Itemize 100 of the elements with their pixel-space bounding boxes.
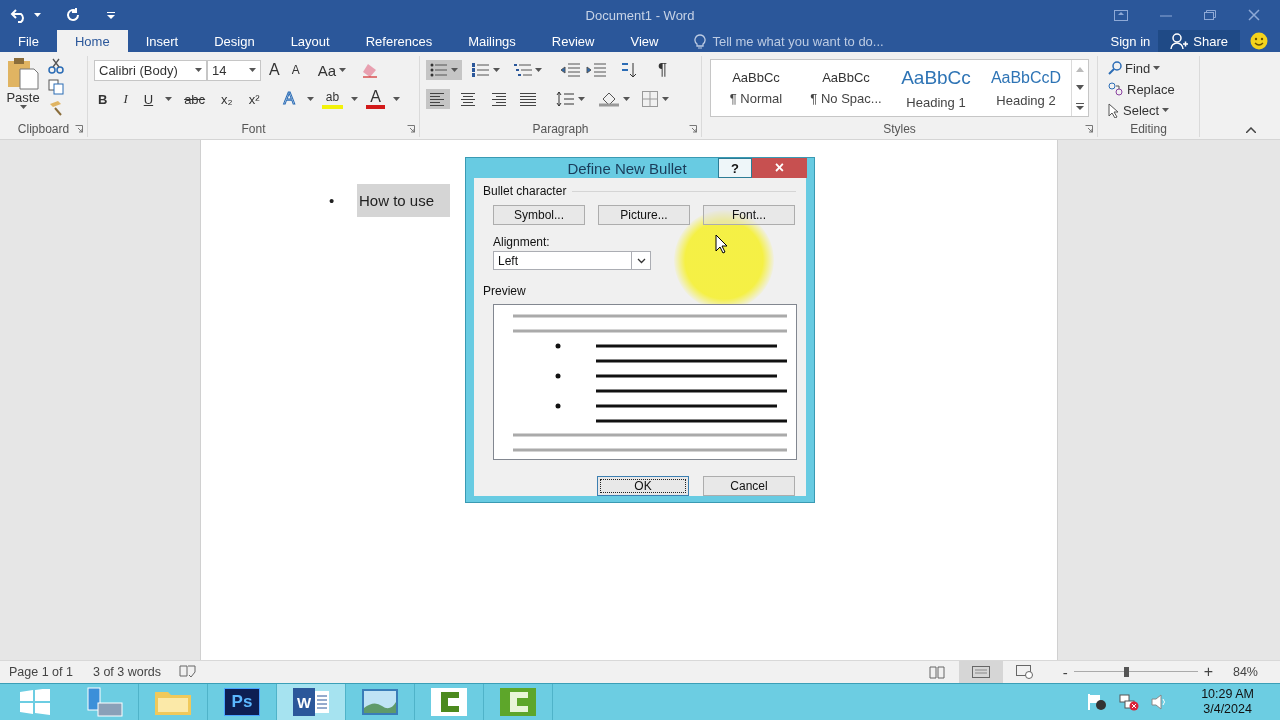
caret-icon[interactable] [249,68,256,72]
copy-icon[interactable] [48,79,64,95]
caret-icon[interactable] [34,13,41,17]
caret-icon[interactable] [493,68,500,72]
select-button[interactable]: Select [1104,100,1179,120]
scissors-icon[interactable] [48,58,64,74]
ribbon-tab[interactable]: Mailings [450,30,534,52]
caret-icon[interactable] [195,68,202,72]
format-painter-icon[interactable] [48,100,64,116]
caret-icon[interactable] [339,68,347,72]
cancel-button[interactable]: Cancel [703,476,795,496]
clipboard-icon[interactable] [6,56,40,90]
font-size-field[interactable]: 14 [207,59,261,81]
style-item[interactable]: AaBbCc ¶ Normal [711,60,801,116]
decrease-indent-icon[interactable] [560,63,580,77]
zoom-in-button[interactable]: + [1203,663,1213,681]
scroll-down-icon[interactable] [1076,84,1084,90]
zoom-level[interactable]: 84% [1232,665,1258,679]
dialog-button[interactable]: Symbol... [493,205,585,225]
caret-icon[interactable] [351,97,359,101]
strikethrough-button[interactable]: abc [180,89,210,109]
line-spacing-icon[interactable] [556,91,574,107]
caret-icon[interactable] [1162,108,1170,112]
flag-icon[interactable] [1087,693,1108,711]
subscript-button[interactable]: x₂ [217,89,237,109]
font-color-button[interactable]: A [366,89,385,109]
customize-icon[interactable] [107,11,115,19]
windows-start-icon[interactable] [20,689,50,715]
find-button[interactable]: Find [1104,58,1179,78]
ok-button[interactable]: OK [597,476,689,496]
highlight-button[interactable]: ab [321,89,344,109]
page-layout-icon[interactable] [971,666,990,678]
sort-icon[interactable] [620,62,638,78]
caret-icon[interactable] [392,97,400,101]
tell-me-field[interactable]: Tell me what you want to do... [712,33,884,49]
zoom-out-button[interactable]: - [1062,663,1068,681]
underline-button[interactable]: U [139,89,158,109]
caret-icon[interactable] [623,97,630,101]
sign-in-link[interactable]: Sign in [1110,30,1151,52]
share-button[interactable]: Share [1158,30,1240,52]
network-error-icon[interactable] [1119,693,1140,711]
dialog-launcher-icon[interactable] [1085,125,1093,133]
ribbon-tab[interactable]: File [0,30,57,52]
pointer-icon[interactable] [1108,102,1120,118]
bold-button[interactable]: B [94,89,112,109]
style-item[interactable]: AaBbCc Heading 1 [891,60,981,116]
alignment-dropdown[interactable]: Left [493,251,651,270]
caret-icon[interactable] [662,97,669,101]
style-item[interactable]: AaBbCcD Heading 2 [981,60,1071,116]
smiley-icon[interactable] [1250,32,1268,50]
proofing-icon[interactable] [179,665,198,679]
ribbon-tab[interactable]: Insert [127,30,197,52]
caret-icon[interactable] [451,68,458,72]
search-icon[interactable] [1108,61,1122,75]
paste-button[interactable]: Paste [6,56,40,121]
close-button[interactable]: × [752,158,807,178]
caret-icon[interactable] [165,97,173,101]
dialog-launcher-icon[interactable] [75,125,83,133]
ribbon-tab[interactable]: Layout [272,30,348,52]
bullets-button[interactable] [426,60,462,80]
ribbon-tab[interactable]: View [612,30,677,52]
shrink-font-button[interactable]: A [287,60,304,80]
superscript-button[interactable]: x² [244,89,264,109]
replace-button[interactable]: Replace [1104,79,1179,99]
italic-button[interactable]: I [119,89,132,109]
view-button[interactable] [958,661,1003,683]
caret-icon[interactable] [19,105,27,109]
ribbon-tab[interactable]: Review [533,30,613,52]
help-button[interactable]: ? [718,158,752,178]
ribbon-tab[interactable]: Design [196,30,273,52]
numbering-list-icon[interactable] [472,63,490,77]
caret-icon[interactable] [578,97,585,101]
style-item[interactable]: AaBbCc ¶ No Spac... [801,60,891,116]
close-icon[interactable] [1248,9,1260,21]
web-layout-icon[interactable] [1015,665,1034,679]
person-add-icon[interactable] [1170,33,1189,49]
taskbar-button[interactable]: W [277,684,346,720]
dialog-button[interactable]: Font... [703,205,795,225]
show-marks-button[interactable]: ¶ [654,60,672,80]
shading-icon[interactable] [599,91,619,107]
ribbon-options-icon[interactable] [1114,9,1128,21]
dialog-button[interactable]: Picture... [598,205,690,225]
multilevel-list-icon[interactable] [514,63,532,77]
replace-icon[interactable] [1108,82,1124,96]
change-case-button[interactable]: Aa [313,60,351,80]
caret-icon[interactable] [535,68,542,72]
restore-icon[interactable] [1204,10,1216,20]
zoom-slider[interactable] [1073,667,1198,677]
lightbulb-icon[interactable] [694,33,707,49]
caret-icon[interactable] [306,97,314,101]
book-icon[interactable] [928,665,945,679]
caret-icon[interactable] [1153,66,1161,70]
font-name-field[interactable]: Calibri (Body) [94,59,207,81]
grow-font-button[interactable]: A [265,60,284,80]
dialog-launcher-icon[interactable] [407,125,415,133]
dialog-launcher-icon[interactable] [689,125,697,133]
ribbon-tab[interactable]: Home [56,30,128,52]
collapse-ribbon-icon[interactable] [1246,127,1256,133]
taskbar-button[interactable]: Ps [208,684,277,720]
increase-indent-icon[interactable] [586,63,606,77]
